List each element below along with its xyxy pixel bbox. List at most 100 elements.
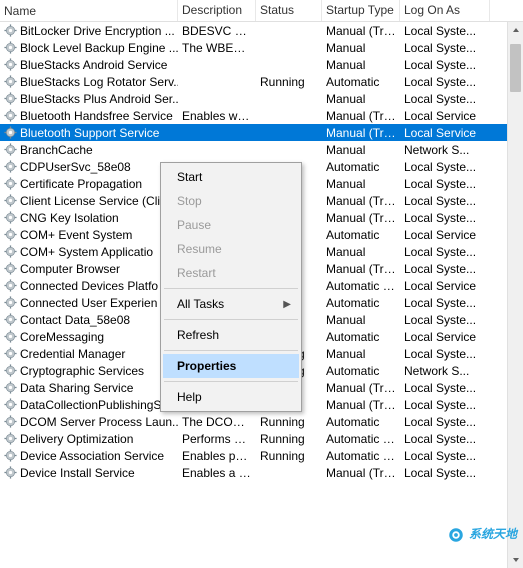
service-name-text: BlueStacks Plus Android Ser... [20, 92, 178, 106]
service-gear-icon [4, 228, 17, 241]
table-row[interactable]: DCOM Server Process Laun...The DCOM...Ru… [0, 413, 523, 430]
cell-startup-type: Manual (Trig... [322, 261, 400, 277]
cell-startup-type: Manual [322, 142, 400, 158]
cell-log-on-as: Local Service [400, 227, 490, 243]
service-gear-icon [4, 381, 17, 394]
menu-separator [164, 381, 298, 382]
service-gear-icon [4, 211, 17, 224]
cell-name: Cryptographic Services [0, 363, 178, 379]
cell-log-on-as: Network S... [400, 142, 490, 158]
cell-startup-type: Automatic [322, 74, 400, 90]
table-row[interactable]: Bluetooth Support ServiceManual (Trig...… [0, 124, 523, 141]
services-list-window: Name Description Status Startup Type Log… [0, 0, 523, 568]
cell-startup-type: Manual [322, 57, 400, 73]
menu-start[interactable]: Start [163, 165, 299, 189]
table-row[interactable]: BitLocker Drive Encryption ...BDESVC hos… [0, 22, 523, 39]
cell-startup-type: Automatic (D... [322, 431, 400, 447]
cell-log-on-as: Local Syste... [400, 414, 490, 430]
cell-status: Running [256, 431, 322, 447]
header-startup-type[interactable]: Startup Type [322, 0, 400, 21]
cell-log-on-as: Local Syste... [400, 159, 490, 175]
table-row[interactable]: BranchCacheManualNetwork S... [0, 141, 523, 158]
service-gear-icon [4, 58, 17, 71]
table-row[interactable]: Device Association ServiceEnables pair..… [0, 447, 523, 464]
service-name-text: Device Association Service [20, 449, 164, 463]
cell-log-on-as: Local Syste... [400, 346, 490, 362]
cell-startup-type: Manual (Trig... [322, 380, 400, 396]
table-row[interactable]: Delivery OptimizationPerforms co...Runni… [0, 430, 523, 447]
service-gear-icon [4, 330, 17, 343]
service-name-text: DataCollectionPublishingSe... [20, 398, 178, 412]
cell-description: BDESVC hos... [178, 23, 256, 39]
service-name-text: Contact Data_58e08 [20, 313, 130, 327]
cell-status [256, 64, 322, 66]
cell-description [178, 132, 256, 134]
service-name-text: Bluetooth Support Service [20, 126, 159, 140]
service-gear-icon [4, 347, 17, 360]
header-log-on-as[interactable]: Log On As [400, 0, 490, 21]
column-headers: Name Description Status Startup Type Log… [0, 0, 523, 22]
service-name-text: Cryptographic Services [20, 364, 144, 378]
service-name-text: Connected User Experien [20, 296, 157, 310]
table-row[interactable]: Bluetooth Handsfree ServiceEnables wir..… [0, 107, 523, 124]
cell-log-on-as: Local Service [400, 329, 490, 345]
header-name[interactable]: Name [0, 0, 178, 21]
cell-name: CNG Key Isolation [0, 210, 178, 226]
service-name-text: BitLocker Drive Encryption ... [20, 24, 175, 38]
cell-name: BitLocker Drive Encryption ... [0, 23, 178, 39]
service-gear-icon [4, 75, 17, 88]
cell-startup-type: Manual [322, 346, 400, 362]
cell-log-on-as: Local Syste... [400, 312, 490, 328]
menu-properties[interactable]: Properties [163, 354, 299, 378]
service-gear-icon [4, 160, 17, 173]
menu-help[interactable]: Help [163, 385, 299, 409]
cell-name: Bluetooth Handsfree Service [0, 108, 178, 124]
table-row[interactable]: Device Install ServiceEnables a c...Manu… [0, 464, 523, 481]
cell-log-on-as: Local Syste... [400, 295, 490, 311]
table-row[interactable]: Block Level Backup Engine ...The WBENG..… [0, 39, 523, 56]
table-row[interactable]: BlueStacks Log Rotator Serv...RunningAut… [0, 73, 523, 90]
menu-refresh[interactable]: Refresh [163, 323, 299, 347]
menu-separator [164, 319, 298, 320]
service-name-text: Delivery Optimization [20, 432, 133, 446]
cell-startup-type: Manual [322, 176, 400, 192]
cell-log-on-as: Local Syste... [400, 74, 490, 90]
cell-name: Client License Service (Cli [0, 193, 178, 209]
service-gear-icon [4, 398, 17, 411]
cell-startup-type: Manual (Trig... [322, 108, 400, 124]
cell-description [178, 81, 256, 83]
cell-description [178, 64, 256, 66]
service-name-text: BlueStacks Android Service [20, 58, 167, 72]
service-name-text: COM+ Event System [20, 228, 132, 242]
table-row[interactable]: BlueStacks Plus Android Ser...ManualLoca… [0, 90, 523, 107]
menu-stop: Stop [163, 189, 299, 213]
cell-name: Device Association Service [0, 448, 178, 464]
table-row[interactable]: BlueStacks Android Service ManualLocal Sy… [0, 56, 523, 73]
cell-startup-type: Automatic [322, 159, 400, 175]
cell-status [256, 132, 322, 134]
cell-startup-type: Automatic [322, 414, 400, 430]
service-gear-icon [4, 313, 17, 326]
service-gear-icon [4, 262, 17, 275]
cell-description [178, 149, 256, 151]
cell-log-on-as: Local Syste... [400, 40, 490, 56]
cell-name: CDPUserSvc_58e08 [0, 159, 178, 175]
cell-status [256, 30, 322, 32]
service-gear-icon [4, 415, 17, 428]
service-gear-icon [4, 279, 17, 292]
scrollbar-thumb[interactable] [510, 44, 521, 92]
scroll-down-arrow-icon[interactable] [508, 552, 523, 568]
service-name-text: COM+ System Applicatio [20, 245, 153, 259]
cell-name: Delivery Optimization [0, 431, 178, 447]
menu-all-tasks[interactable]: All Tasks ▶ [163, 292, 299, 316]
cell-status: Running [256, 448, 322, 464]
cell-status [256, 115, 322, 117]
scroll-up-arrow-icon[interactable] [508, 22, 523, 38]
cell-log-on-as: Local Syste... [400, 261, 490, 277]
header-status[interactable]: Status [256, 0, 322, 21]
vertical-scrollbar[interactable] [507, 22, 523, 568]
cell-log-on-as: Local Syste... [400, 23, 490, 39]
cell-log-on-as: Local Syste... [400, 465, 490, 481]
cell-log-on-as: Local Syste... [400, 57, 490, 73]
header-description[interactable]: Description [178, 0, 256, 21]
